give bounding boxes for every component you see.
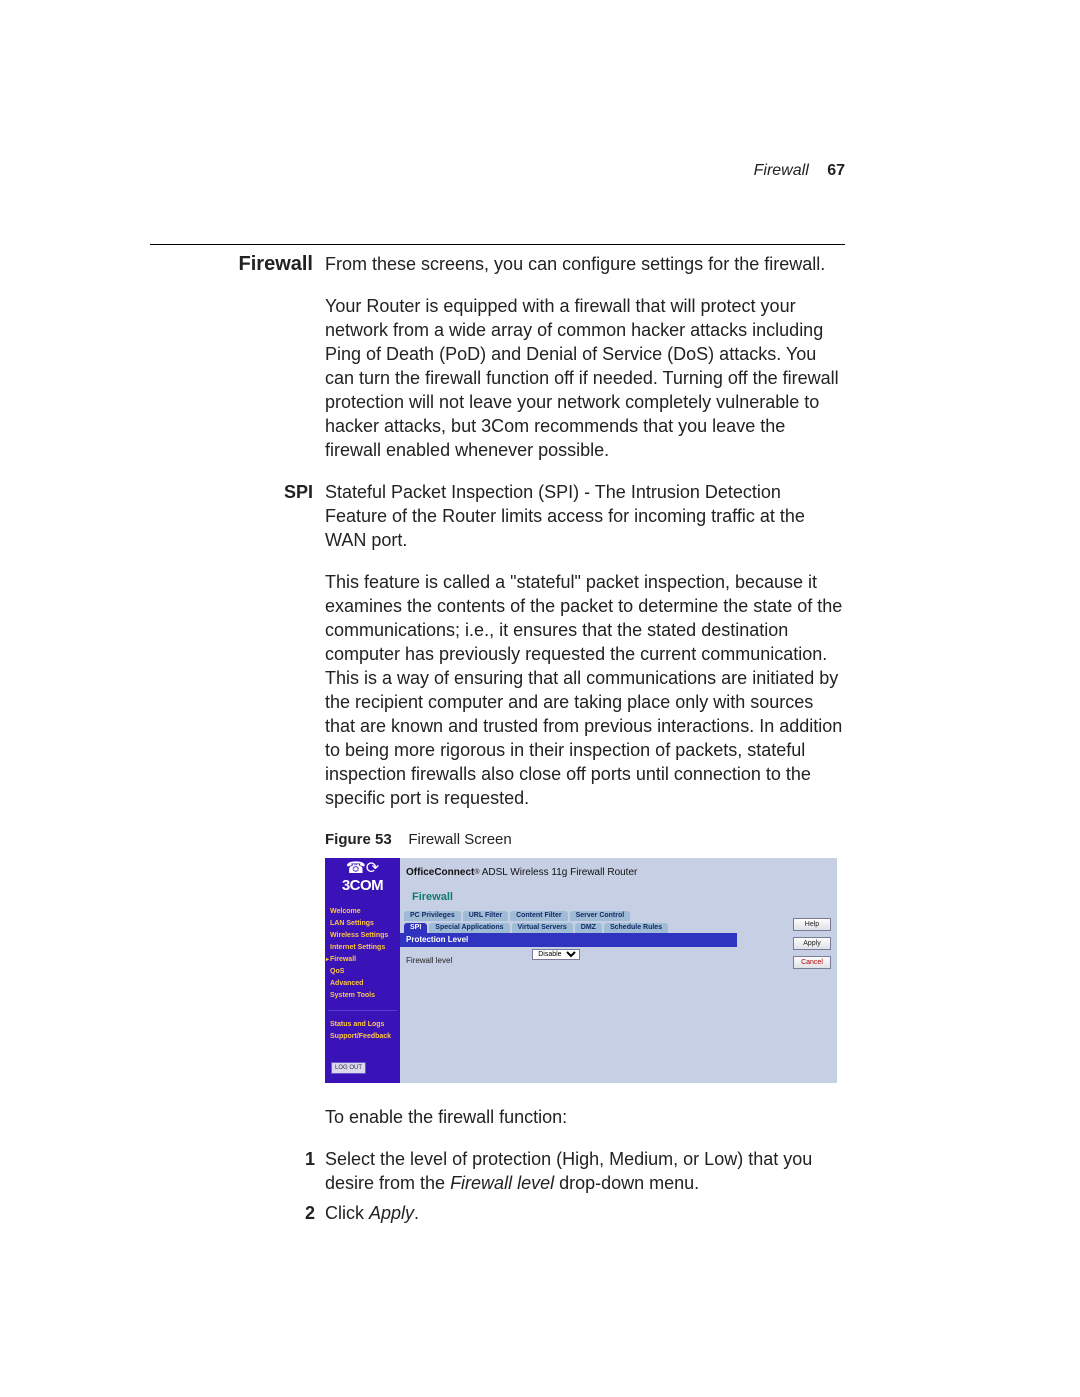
- panel-heading-protection-level: Protection Level: [400, 933, 737, 947]
- figure-label: Figure 53: [325, 831, 392, 848]
- tab-content-filter[interactable]: Content Filter: [510, 911, 568, 921]
- sidebar-item-firewall[interactable]: Firewall: [328, 954, 397, 966]
- step-1: 1 Select the level of protection (High, …: [325, 1147, 845, 1195]
- tab-url-filter[interactable]: URL Filter: [463, 911, 508, 921]
- sidebar-item-system-tools[interactable]: System Tools: [328, 990, 397, 1002]
- figure-caption-text: Firewall Screen: [408, 831, 511, 848]
- product-brand: OfficeConnect: [406, 867, 474, 878]
- sidebar-item-welcome[interactable]: Welcome: [328, 906, 397, 918]
- firewall-level-label: Firewall level: [406, 949, 452, 1069]
- logo-text: 3COM: [325, 874, 400, 898]
- section-heading-firewall: Firewall: [150, 252, 325, 276]
- apply-button[interactable]: Apply: [793, 937, 831, 950]
- subsection-heading-spi: SPI: [150, 480, 325, 504]
- step-1-em: Firewall level: [450, 1173, 554, 1193]
- tab-special-applications[interactable]: Special Applications: [429, 923, 509, 933]
- firewall-intro-paragraph: From these screens, you can configure se…: [325, 252, 845, 276]
- logout-button[interactable]: LOG OUT: [331, 1062, 366, 1074]
- tab-dmz[interactable]: DMZ: [575, 923, 602, 933]
- figure-caption: Figure 53 Firewall Screen: [325, 828, 845, 852]
- step-2-em: Apply: [369, 1203, 414, 1223]
- running-header-page-number: 67: [827, 162, 845, 179]
- router-sidebar: ☎⟳ 3COM WelcomeLAN SettingsWireless Sett…: [325, 858, 400, 1083]
- router-logo: ☎⟳ 3COM: [325, 862, 400, 898]
- running-header-chapter: Firewall: [754, 162, 809, 179]
- router-main-panel: OfficeConnect® ADSL Wireless 11g Firewal…: [400, 858, 837, 1083]
- step-1-text-post: drop-down menu.: [554, 1173, 699, 1193]
- sidebar-item-lan-settings[interactable]: LAN Settings: [328, 918, 397, 930]
- tab-spi[interactable]: SPI: [404, 923, 427, 933]
- firewall-body-paragraph: Your Router is equipped with a firewall …: [325, 294, 845, 462]
- spi-paragraph-1: Stateful Packet Inspection (SPI) - The I…: [325, 480, 845, 552]
- step-2-text-pre: Click: [325, 1203, 369, 1223]
- step-2: 2 Click Apply.: [325, 1201, 845, 1225]
- router-section-title: Firewall: [400, 885, 837, 909]
- product-model: ADSL Wireless 11g Firewall Router: [482, 867, 638, 878]
- spi-paragraph-2: This feature is called a "stateful" pack…: [325, 570, 845, 810]
- sidebar-item-status-and-logs[interactable]: Status and Logs: [328, 1019, 397, 1031]
- sidebar-item-support-feedback[interactable]: Support/Feedback: [328, 1031, 397, 1043]
- product-title: OfficeConnect® ADSL Wireless 11g Firewal…: [400, 858, 837, 887]
- registered-icon: ®: [474, 869, 479, 876]
- header-rule: [150, 244, 845, 245]
- tab-pc-privileges[interactable]: PC Privileges: [404, 911, 461, 921]
- sidebar-item-internet-settings[interactable]: Internet Settings: [328, 942, 397, 954]
- sidebar-item-wireless-settings[interactable]: Wireless Settings: [328, 930, 397, 942]
- sidebar-item-qos[interactable]: QoS: [328, 966, 397, 978]
- enable-firewall-lead: To enable the firewall function:: [325, 1105, 845, 1129]
- firewall-screen-screenshot: ☎⟳ 3COM WelcomeLAN SettingsWireless Sett…: [325, 858, 837, 1083]
- step-2-text-post: .: [414, 1203, 419, 1223]
- firewall-level-select[interactable]: Disable: [532, 949, 580, 960]
- tab-server-control[interactable]: Server Control: [570, 911, 631, 921]
- tab-schedule-rules[interactable]: Schedule Rules: [604, 923, 668, 933]
- cancel-button[interactable]: Cancel: [793, 956, 831, 969]
- sidebar-item-advanced[interactable]: Advanced: [328, 978, 397, 990]
- running-header: Firewall 67: [754, 162, 845, 180]
- tab-virtual-servers[interactable]: Virtual Servers: [512, 923, 573, 933]
- nav-separator: [328, 1010, 397, 1011]
- help-button[interactable]: Help: [793, 918, 831, 931]
